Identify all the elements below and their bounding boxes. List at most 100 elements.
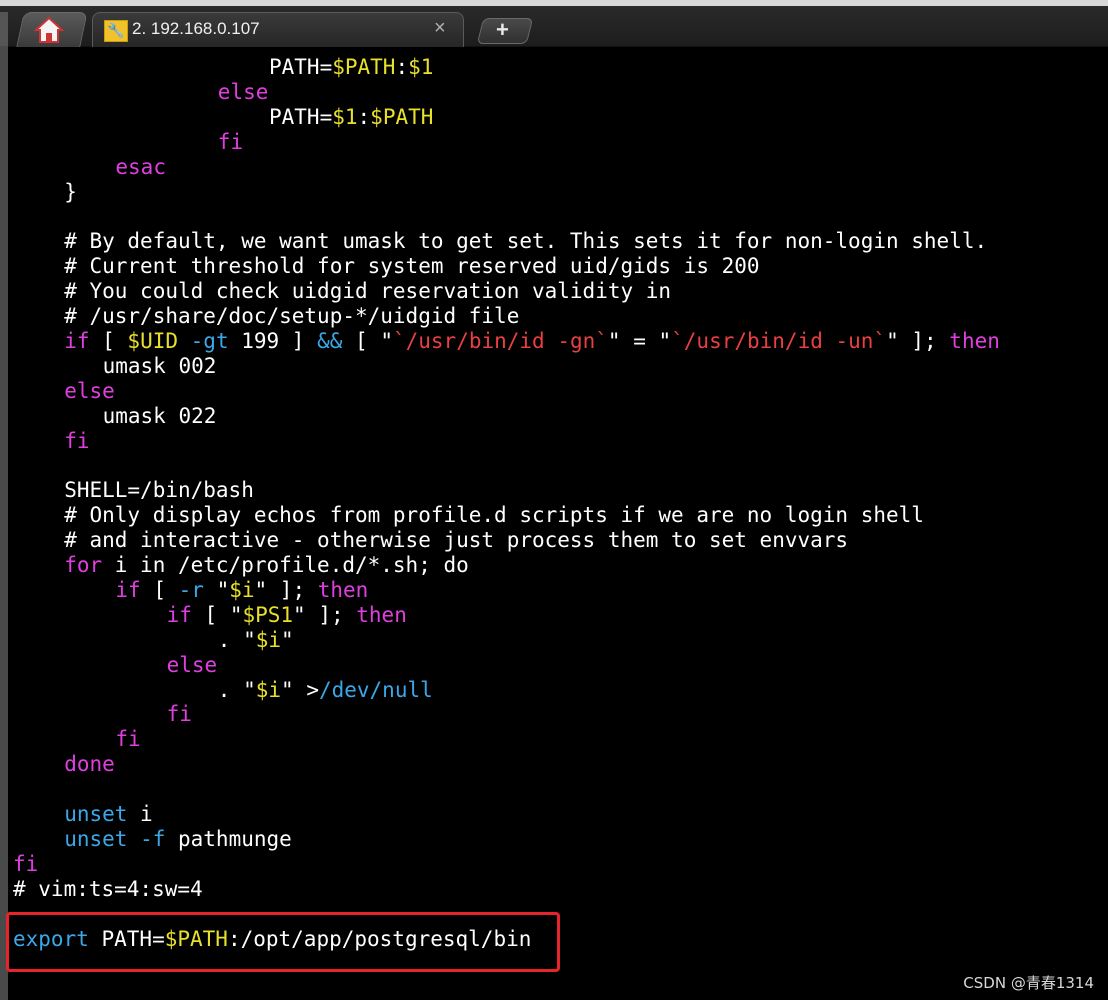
token-path: /dev/null [318, 677, 433, 702]
token-keyword: done [64, 752, 115, 777]
token-plain: [ " [342, 328, 393, 353]
token-keyword: else [166, 652, 218, 677]
token-var: $UID [127, 328, 178, 353]
watermark: CSDN @青春1314 [963, 974, 1094, 992]
token-builtin: unset [64, 826, 128, 851]
terminal-line: # and interactive - otherwise just proce… [64, 528, 848, 553]
terminal-line: fi [13, 852, 38, 877]
highlight-box [6, 912, 560, 972]
window-left-edge [0, 12, 8, 46]
token-builtin: && [317, 328, 343, 353]
token-keyword: else [217, 79, 269, 104]
terminal-line: unset i [64, 802, 153, 827]
token-keyword: fi [115, 727, 141, 752]
terminal-line: # vim:ts=4:sw=4 [13, 877, 203, 902]
terminal-line: # You could check uidgid reservation val… [64, 279, 671, 304]
token-comment: # vim:ts=4:sw=4 [13, 876, 203, 901]
close-icon[interactable]: × [434, 17, 446, 40]
token-var: $PS1 [242, 602, 294, 627]
token-plain: 199 ] [228, 328, 318, 353]
token-builtin: -f [140, 826, 166, 851]
token-plain: " ]; [254, 577, 318, 602]
token-var: $i [255, 627, 282, 652]
terminal-line: PATH=$1:$PATH [269, 105, 433, 130]
token-var: $PATH [332, 55, 396, 79]
token-keyword: if [64, 328, 90, 353]
token-keyword: else [64, 378, 115, 403]
terminal-line: . "$i" >/dev/null [218, 678, 433, 703]
token-builtin: -r [178, 577, 204, 602]
token-keyword: then [356, 602, 407, 627]
terminal-line: . "$i" [218, 628, 294, 653]
token-plain: [ [140, 577, 179, 602]
token-plain: " = " [607, 328, 672, 353]
token-plain: " [203, 577, 230, 602]
token-comment: # Current threshold for system reserved … [64, 254, 760, 279]
token-plain: : [357, 104, 371, 129]
token-string: `/usr/bin/id -un` [671, 328, 887, 353]
terminal-line: fi [115, 727, 140, 752]
token-plain: [ " [191, 602, 243, 627]
token-comment: # You could check uidgid reservation val… [64, 279, 672, 304]
token-comment: # By default, we want umask to get set. … [64, 229, 988, 254]
home-icon[interactable] [34, 16, 64, 44]
token-var: $i [229, 577, 255, 602]
token-plain: SHELL=/bin/bash [64, 478, 254, 503]
token-plain: umask 022 [102, 403, 217, 428]
token-keyword: esac [115, 154, 166, 179]
window-top-strip [0, 0, 1108, 6]
token-keyword: then [317, 577, 369, 602]
terminal-line: else [64, 379, 115, 404]
terminal-line: esac [115, 155, 166, 180]
terminal-line: if [ "$PS1" ]; then [167, 603, 407, 628]
token-keyword: if [115, 577, 141, 602]
token-keyword: then [949, 328, 1000, 353]
token-comment: # Only display echos from profile.d scri… [64, 503, 924, 528]
token-plain: pathmunge [165, 826, 292, 851]
terminal-line: # /usr/share/doc/setup-*/uidgid file [64, 304, 519, 329]
terminal-line: umask 022 [103, 404, 217, 429]
terminal-line: done [64, 752, 115, 777]
token-keyword: for [64, 553, 103, 577]
token-plain: " ]; [293, 602, 357, 627]
token-keyword: fi [13, 851, 39, 876]
token-plain: } [64, 179, 77, 204]
token-var: $i [255, 677, 282, 702]
window-left-border [0, 46, 8, 1000]
terminal-line: PATH=$PATH:$1 [269, 55, 433, 80]
token-comment: # and interactive - otherwise just proce… [64, 528, 849, 553]
terminal-line: fi [64, 429, 89, 454]
terminal-line: SHELL=/bin/bash [64, 478, 254, 503]
token-keyword: fi [217, 129, 244, 154]
token-plain: : [395, 55, 409, 79]
terminal-line: fi [167, 702, 192, 727]
token-plain: " > [281, 677, 319, 702]
token-builtin: -gt [190, 328, 229, 353]
terminal-line: unset -f pathmunge [64, 827, 292, 852]
terminal-line: # By default, we want umask to get set. … [64, 229, 987, 254]
terminal-line: umask 002 [103, 354, 217, 379]
tab-session-title: 2. 192.168.0.107 [132, 19, 260, 38]
token-plain: i [127, 802, 153, 826]
token-comment: # /usr/share/doc/setup-*/uidgid file [64, 304, 520, 328]
token-keyword: fi [166, 702, 192, 727]
token-var: $1 [332, 104, 358, 129]
token-plain: PATH= [269, 104, 333, 129]
token-builtin: unset [64, 802, 128, 826]
token-keyword: fi [64, 428, 90, 453]
wrench-icon: 🔧 [104, 20, 128, 42]
terminal-line: # Current threshold for system reserved … [64, 254, 759, 279]
token-plain: PATH= [269, 55, 333, 79]
token-string: `/usr/bin/id -gn` [392, 328, 608, 353]
plus-icon[interactable]: + [496, 17, 509, 43]
terminal-line: else [167, 653, 218, 678]
token-plain: [ [89, 328, 128, 353]
token-plain: umask 002 [102, 353, 217, 378]
terminal-line: if [ -r "$i" ]; then [115, 578, 368, 603]
token-keyword: if [166, 602, 192, 627]
terminal-output[interactable]: PATH=$PATH:$1 else PATH=$1:$PATH fi esac} # B… [13, 55, 1103, 975]
token-var: $1 [408, 55, 434, 79]
terminal-line: # Only display echos from profile.d scri… [64, 503, 924, 528]
